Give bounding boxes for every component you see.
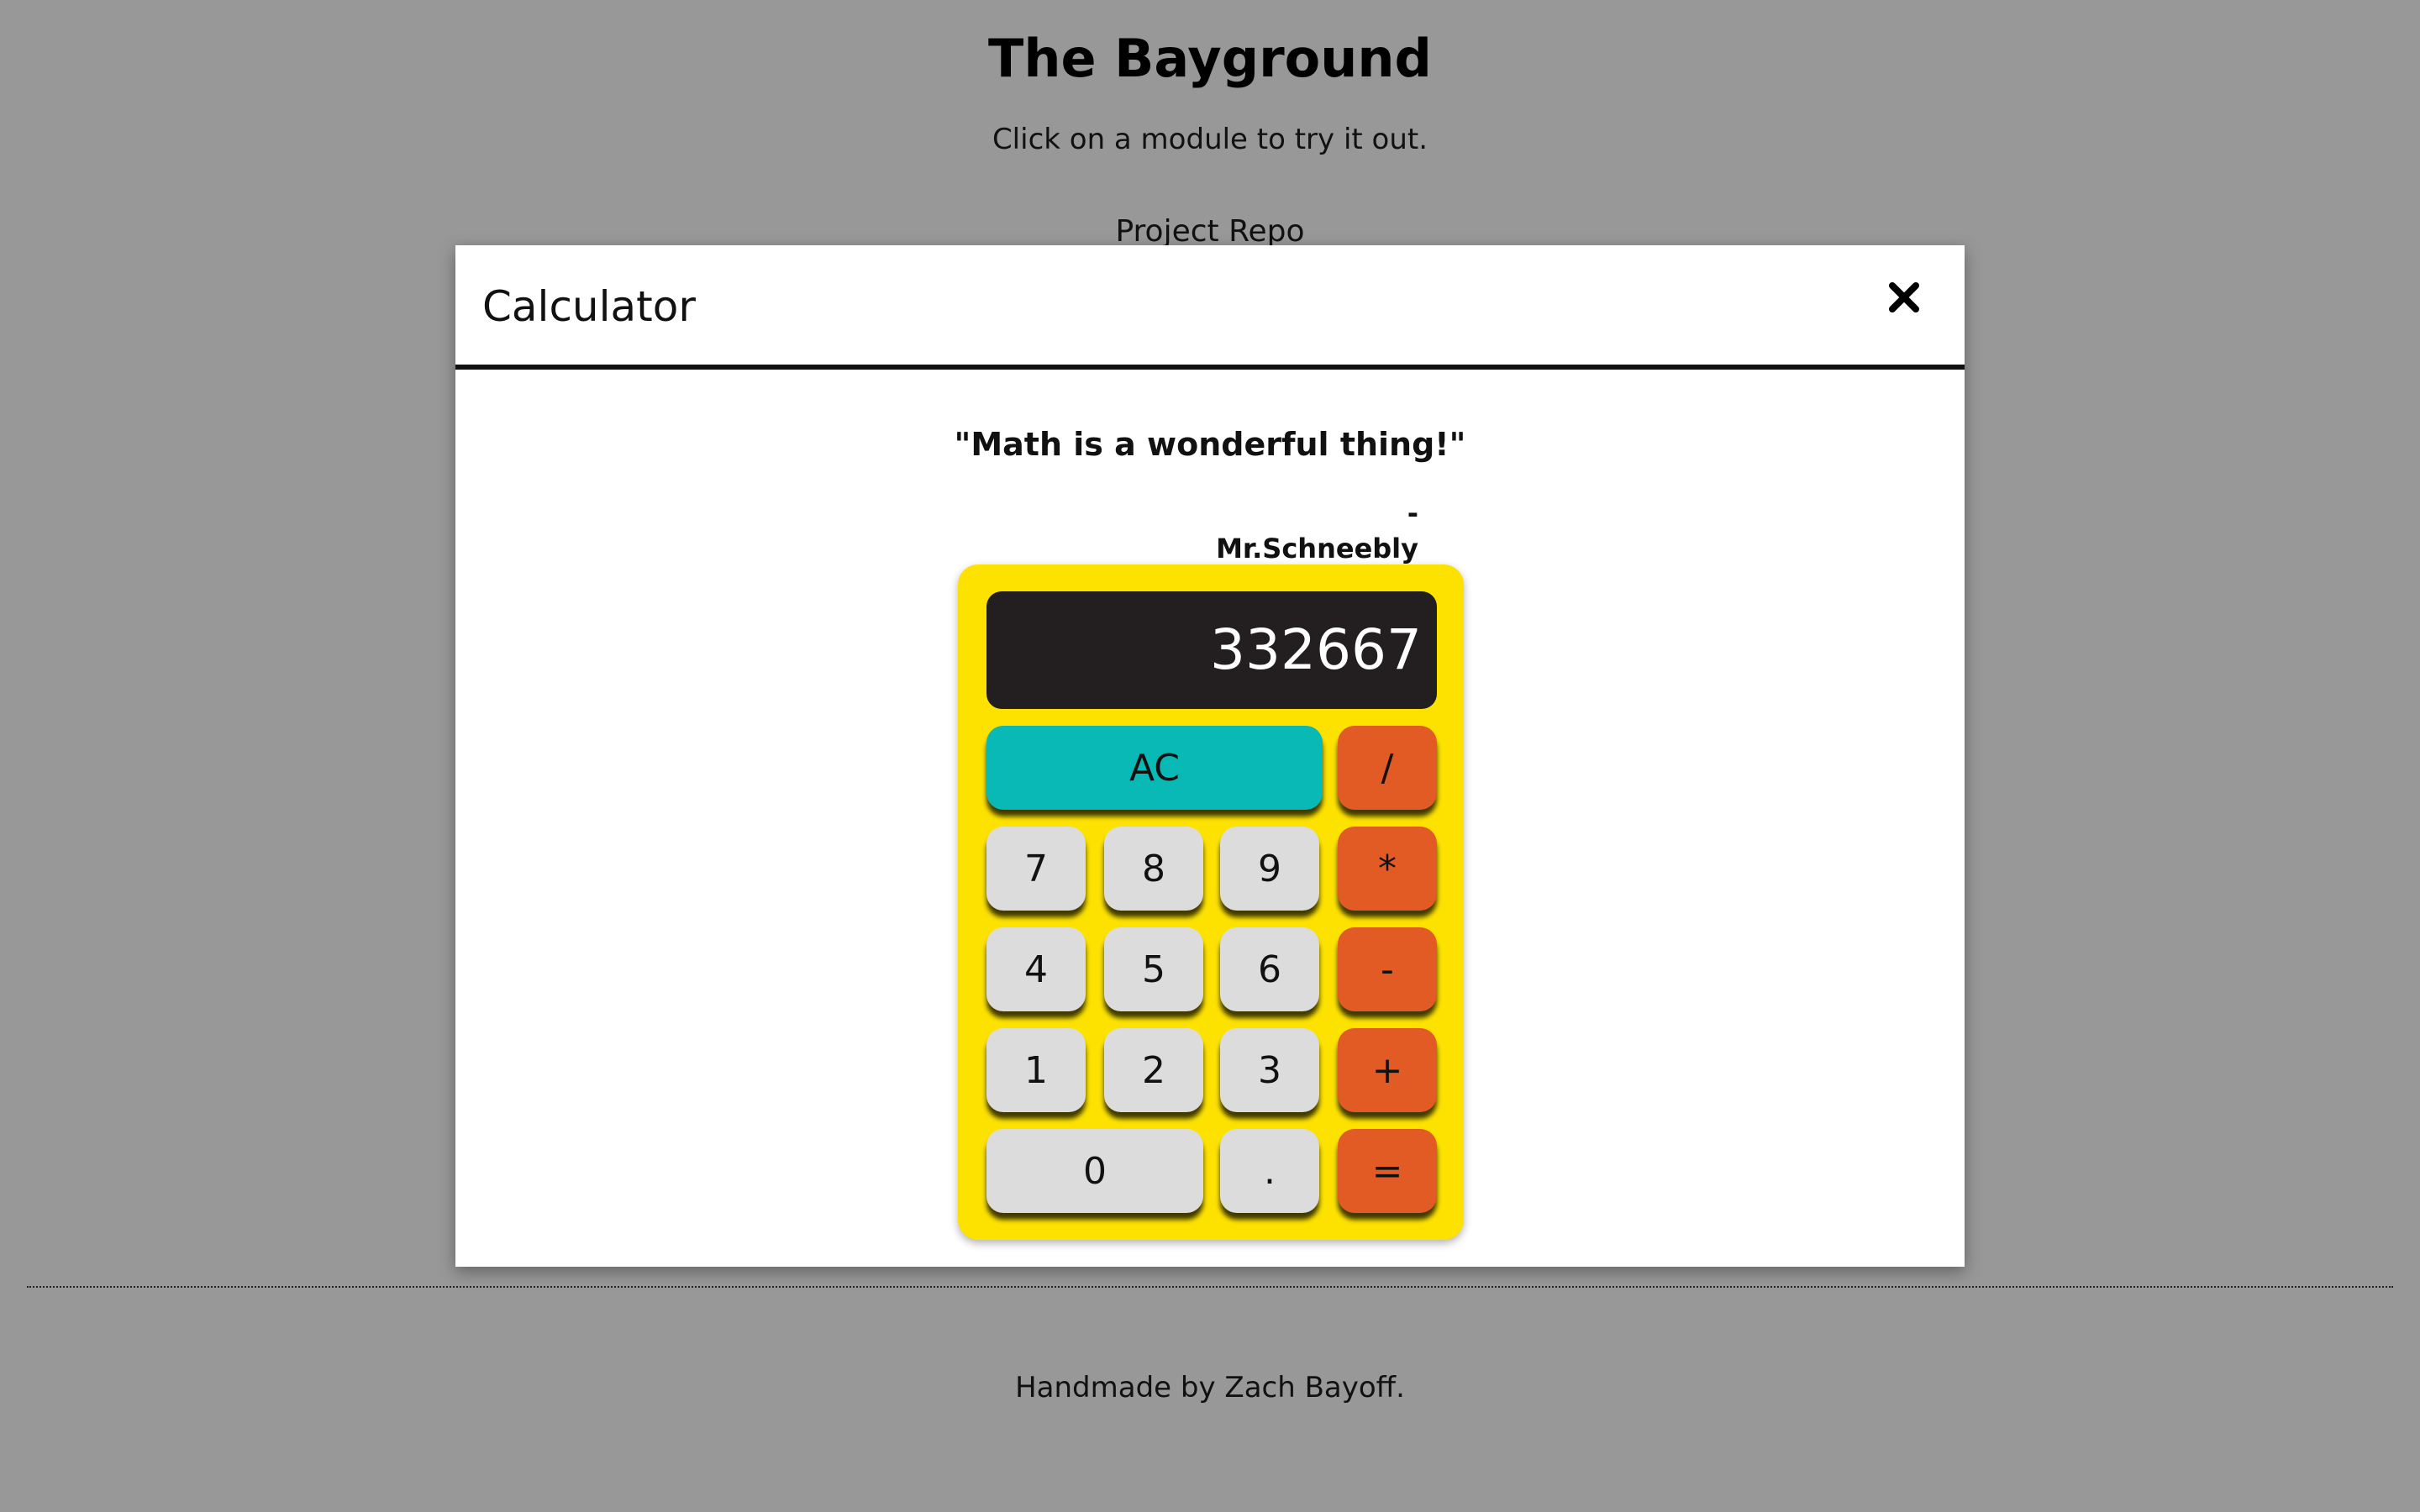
key-9-button[interactable]: 9: [1220, 827, 1319, 911]
footer-divider: [27, 1286, 2393, 1288]
page-title: The Bayground: [988, 28, 1432, 89]
equals-button[interactable]: =: [1338, 1129, 1437, 1213]
subtract-button[interactable]: -: [1338, 927, 1437, 1011]
key-6-button[interactable]: 6: [1220, 927, 1319, 1011]
calculator: 332667 AC / 7 8 9 * 4 5 6 - 1 2 3 + 0 . …: [958, 564, 1464, 1240]
modal-title: Calculator: [482, 282, 696, 331]
close-x-icon: [1889, 282, 1919, 312]
close-button[interactable]: [1877, 270, 1931, 324]
key-2-button[interactable]: 2: [1104, 1028, 1203, 1112]
decimal-button[interactable]: .: [1220, 1129, 1319, 1213]
page: The Bayground Click on a module to try i…: [0, 0, 2420, 1512]
divide-button[interactable]: /: [1338, 726, 1437, 810]
footer-text: Handmade by Zach Bayoff.: [1015, 1371, 1405, 1404]
key-7-button[interactable]: 7: [986, 827, 1086, 911]
key-3-button[interactable]: 3: [1220, 1028, 1319, 1112]
key-0-button[interactable]: 0: [986, 1129, 1203, 1213]
key-4-button[interactable]: 4: [986, 927, 1086, 1011]
modal-header: Calculator: [455, 245, 1965, 370]
key-5-button[interactable]: 5: [1104, 927, 1203, 1011]
quote-author: - Mr.Schneebly: [1216, 497, 1418, 564]
calculator-modal: Calculator "Math is a wonderful thing!" …: [455, 245, 1965, 1267]
page-subtitle: Click on a module to try it out.: [992, 123, 1428, 156]
key-1-button[interactable]: 1: [986, 1028, 1086, 1112]
add-button[interactable]: +: [1338, 1028, 1437, 1112]
calculator-display: 332667: [986, 591, 1437, 709]
clear-button[interactable]: AC: [986, 726, 1323, 810]
quote: "Math is a wonderful thing!": [954, 426, 1466, 463]
multiply-button[interactable]: *: [1338, 827, 1437, 911]
key-8-button[interactable]: 8: [1104, 827, 1203, 911]
